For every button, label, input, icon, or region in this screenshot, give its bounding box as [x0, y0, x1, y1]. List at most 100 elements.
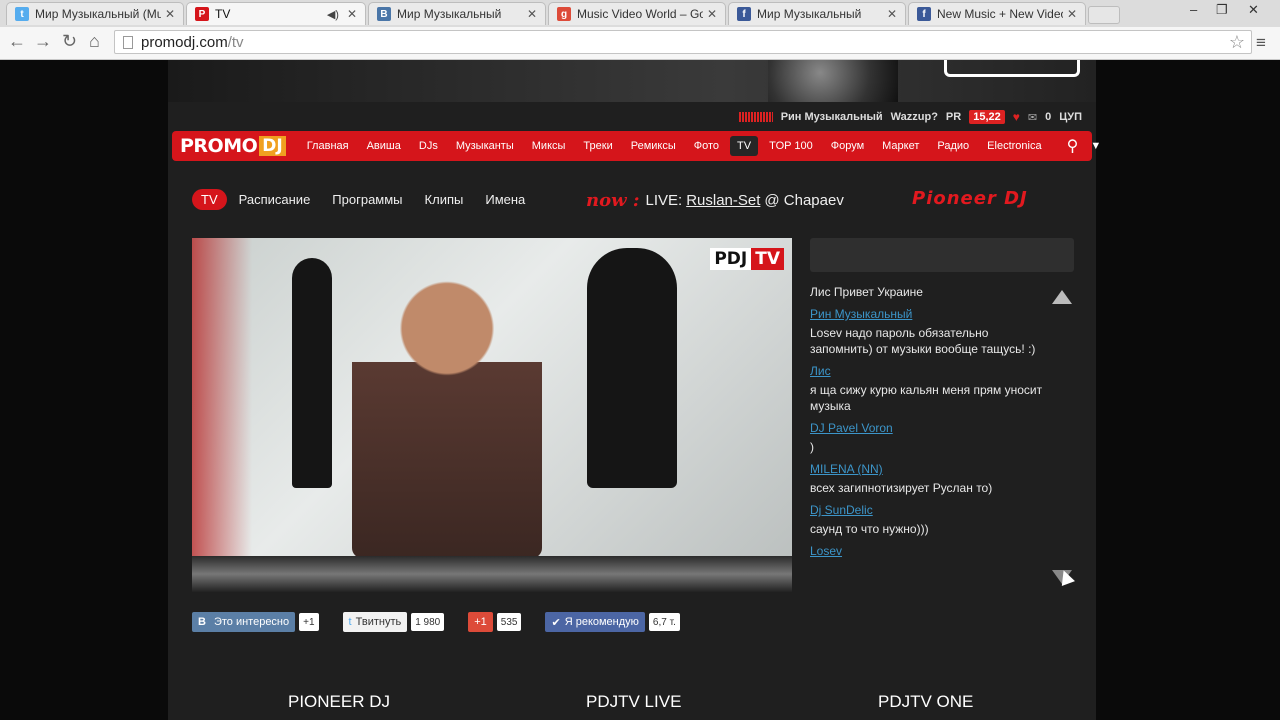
- chat-message: я ща сижу курю кальян меня прям уносит м…: [810, 383, 1043, 413]
- cup-link[interactable]: ЦУП: [1059, 111, 1082, 123]
- channel-pioneer-dj[interactable]: PIONEER DJ: [288, 692, 390, 712]
- search-icon[interactable]: ⚲: [1067, 136, 1079, 156]
- browser-tab-6[interactable]: f New Music + New Video ✕: [908, 2, 1086, 25]
- nav-item-remixes[interactable]: Ремиксы: [624, 136, 683, 156]
- video-dj: [352, 278, 542, 558]
- window-close-icon[interactable]: ✕: [1248, 2, 1259, 18]
- nav-item-photo[interactable]: Фото: [687, 136, 726, 156]
- nav-item-afisha[interactable]: Авиша: [360, 136, 408, 156]
- close-icon[interactable]: ✕: [347, 7, 357, 21]
- vk-like-button[interactable]: B Это интересно: [192, 612, 296, 632]
- scroll-up-icon[interactable]: [1052, 290, 1072, 304]
- browser-tab-bar: t Мир Музыкальный (Mus ✕ P TV ◀) ✕ B Мир…: [0, 0, 1280, 27]
- browser-tab-5[interactable]: f Мир Музыкальный ✕: [728, 2, 906, 25]
- url-path: /tv: [227, 33, 244, 51]
- close-icon[interactable]: ✕: [1067, 7, 1077, 21]
- nav-item-tv[interactable]: TV: [730, 136, 759, 156]
- facebook-recommend-button[interactable]: ✔ Я рекомендую: [545, 612, 645, 632]
- chat-user-link[interactable]: DJ Pavel Voron: [810, 420, 1050, 436]
- reload-icon[interactable]: ↻: [62, 31, 77, 52]
- google-plus-button[interactable]: +1: [468, 612, 493, 632]
- browser-tab-3[interactable]: B Мир Музыкальный ✕: [368, 2, 546, 25]
- pr-label: PR: [945, 111, 962, 123]
- vk-like-label: Это интересно: [213, 616, 290, 628]
- promodj-logo[interactable]: PROMO DJ: [180, 134, 286, 158]
- vk-icon: B: [377, 7, 391, 21]
- banner-button[interactable]: [944, 60, 1080, 77]
- facebook-recommend-label: Я рекомендую: [564, 616, 639, 628]
- forward-icon[interactable]: →: [34, 31, 52, 52]
- tab-names[interactable]: Имена: [485, 192, 525, 207]
- browser-tab-1[interactable]: t Мир Музыкальный (Mus ✕: [6, 2, 184, 25]
- page-icon: [123, 35, 133, 49]
- nav-item-top100[interactable]: TOP 100: [762, 136, 820, 156]
- close-icon[interactable]: ✕: [707, 7, 717, 21]
- chat-message: ): [810, 440, 814, 454]
- video-overlay: [192, 238, 252, 592]
- browser-menu-icon[interactable]: ≡: [1256, 33, 1266, 53]
- nav-item-market[interactable]: Маркет: [875, 136, 926, 156]
- chat-user-link[interactable]: Dj SunDelic: [810, 502, 1050, 518]
- tweet-button[interactable]: t Твитнуть: [342, 612, 408, 632]
- new-tab-button[interactable]: [1088, 6, 1120, 24]
- now-playing: now : LIVE: Ruslan-Set @ Chapaev: [586, 190, 844, 211]
- tab-title: TV: [215, 7, 231, 21]
- pdjtv-watermark: PDJ TV: [710, 248, 784, 270]
- google-plus-icon: g: [557, 7, 571, 21]
- back-icon[interactable]: ←: [8, 31, 26, 52]
- tweet-label: Твитнуть: [355, 616, 402, 628]
- chat-user-link[interactable]: Losev: [810, 543, 1050, 559]
- nav-item-tracks[interactable]: Треки: [576, 136, 619, 156]
- banner-image: [768, 60, 898, 102]
- nav-item-mixes[interactable]: Миксы: [525, 136, 573, 156]
- wazzup-link[interactable]: Wazzup?: [891, 111, 938, 123]
- tweet-count: 1 980: [411, 613, 445, 631]
- pr-badge[interactable]: 15,22: [969, 110, 1005, 124]
- mail-icon[interactable]: ✉: [1028, 111, 1037, 124]
- nav-item-forum[interactable]: Форум: [824, 136, 871, 156]
- chevron-down-icon[interactable]: ▼: [1090, 140, 1101, 152]
- chat-user-link[interactable]: MILENA (NN): [810, 461, 1050, 477]
- close-icon[interactable]: ✕: [165, 7, 175, 21]
- minimize-icon[interactable]: –: [1190, 2, 1197, 17]
- home-icon[interactable]: ⌂: [89, 31, 100, 52]
- heart-icon[interactable]: ♥: [1013, 110, 1020, 124]
- tv-subnav: TV Расписание Программы Клипы Имена: [192, 189, 547, 210]
- pioneer-dj-logo[interactable]: Pioneer DJ: [912, 188, 1028, 209]
- tab-schedule[interactable]: Расписание: [239, 192, 311, 207]
- nav-item-musicians[interactable]: Музыканты: [449, 136, 521, 156]
- channel-pdjtv-live[interactable]: PDJTV LIVE: [586, 692, 681, 712]
- bookmark-star-icon[interactable]: ☆: [1229, 32, 1245, 53]
- browser-tab-4[interactable]: g Music Video World – Goo ✕: [548, 2, 726, 25]
- user-name-link[interactable]: Рин Музыкальный: [781, 111, 883, 123]
- google-plus-count: 535: [496, 613, 522, 631]
- tab-clips[interactable]: Клипы: [425, 192, 464, 207]
- twitter-icon: t: [15, 7, 29, 21]
- close-icon[interactable]: ✕: [527, 7, 537, 21]
- tab-programs[interactable]: Программы: [332, 192, 402, 207]
- facebook-recommend-count: 6,7 т.: [648, 613, 680, 631]
- nav-item-djs[interactable]: DJs: [412, 136, 445, 156]
- nav-item-electronica[interactable]: Electronica: [980, 136, 1048, 156]
- chat-input[interactable]: [810, 238, 1074, 272]
- facebook-icon: f: [737, 7, 751, 21]
- video-player[interactable]: PDJ TV: [192, 238, 792, 592]
- close-icon[interactable]: ✕: [887, 7, 897, 21]
- browser-tab-2[interactable]: P TV ◀) ✕: [186, 2, 366, 25]
- url-input[interactable]: promodj.com/tv ☆: [114, 30, 1252, 54]
- tv-tab[interactable]: TV: [192, 189, 227, 210]
- nav-item-home[interactable]: Главная: [300, 136, 356, 156]
- nav-items: Главная Авиша DJs Музыканты Миксы Треки …: [300, 136, 1053, 156]
- artist-link[interactable]: Ruslan-Set: [686, 192, 760, 209]
- channel-pdjtv-one[interactable]: PDJTV ONE: [878, 692, 973, 712]
- restore-icon[interactable]: ❐: [1216, 2, 1228, 18]
- nav-item-radio[interactable]: Радио: [930, 136, 976, 156]
- chat-message: Losev надо пароль обязательно запомнить)…: [810, 326, 1036, 356]
- tab-title: Music Video World – Goo: [577, 7, 703, 21]
- video-figure: [587, 248, 677, 488]
- chat-message: Лис Привет Украине: [810, 285, 923, 299]
- chat-user-link[interactable]: Рин Музыкальный: [810, 306, 1050, 322]
- tab-title: New Music + New Video: [937, 7, 1063, 21]
- chat-user-link[interactable]: Лис: [810, 363, 1050, 379]
- chat-message: саунд то что нужно))): [810, 522, 929, 536]
